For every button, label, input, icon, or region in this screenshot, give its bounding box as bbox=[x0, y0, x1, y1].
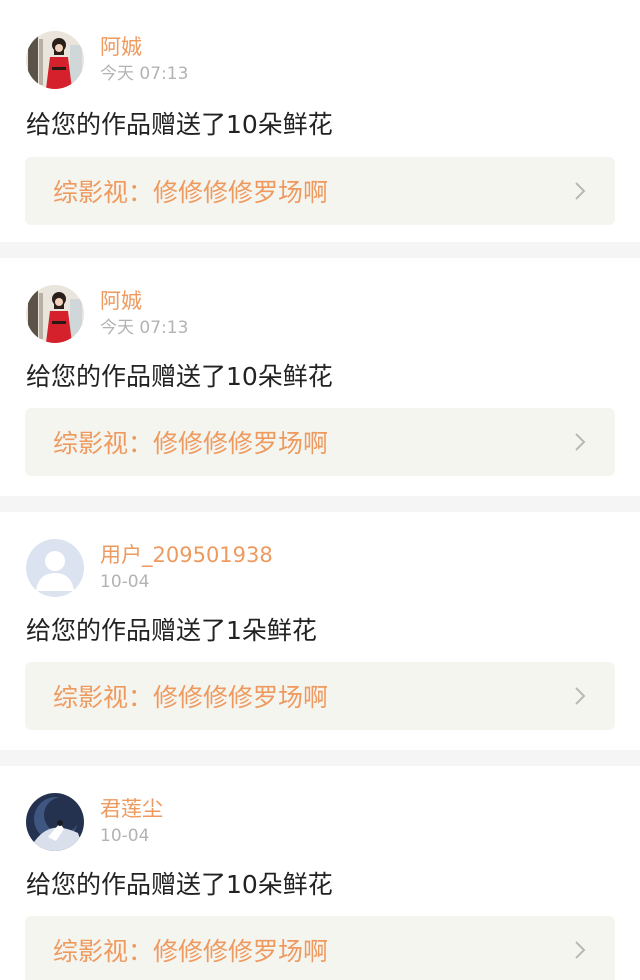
notification-header: 阿娍 今天 07:13 bbox=[26, 284, 188, 344]
username-link[interactable]: 阿娍 bbox=[100, 288, 188, 314]
notification-card: 阿娍 今天 07:13 给您的作品赠送了10朵鲜花 综影视：修修修修罗场啊 bbox=[0, 258, 640, 496]
chevron-right-icon bbox=[573, 431, 587, 453]
avatar-photo-red-dress-icon[interactable] bbox=[26, 285, 84, 343]
chevron-right-icon bbox=[573, 180, 587, 202]
avatar-illustration-moon-icon[interactable] bbox=[26, 793, 84, 851]
notification-header: 阿娍 今天 07:13 bbox=[26, 30, 188, 90]
work-link[interactable]: 综影视：修修修修罗场啊 bbox=[25, 157, 615, 225]
username-link[interactable]: 君莲尘 bbox=[100, 796, 163, 822]
notification-feed: 阿娍 今天 07:13 给您的作品赠送了10朵鲜花 综影视：修修修修罗场啊 阿娍… bbox=[0, 0, 640, 980]
work-link[interactable]: 综影视：修修修修罗场啊 bbox=[25, 916, 615, 980]
default-user-avatar-icon[interactable] bbox=[26, 539, 84, 597]
timestamp: 今天 07:13 bbox=[100, 64, 189, 84]
work-title: 综影视：修修修修罗场啊 bbox=[53, 937, 329, 966]
notification-meta: 君莲尘 10-04 bbox=[100, 796, 163, 848]
notification-header: 用户_209501938 10-04 bbox=[26, 538, 273, 598]
work-title: 综影视：修修修修罗场啊 bbox=[53, 178, 329, 207]
chevron-right-icon bbox=[573, 939, 587, 961]
notification-card: 阿娍 今天 07:13 给您的作品赠送了10朵鲜花 综影视：修修修修罗场啊 bbox=[0, 0, 640, 242]
work-link[interactable]: 综影视：修修修修罗场啊 bbox=[25, 662, 615, 730]
avatar-photo-red-dress-icon[interactable] bbox=[26, 31, 84, 89]
notification-card: 用户_209501938 10-04 给您的作品赠送了1朵鲜花 综影视：修修修修… bbox=[0, 512, 640, 750]
work-link[interactable]: 综影视：修修修修罗场啊 bbox=[25, 408, 615, 476]
username-link[interactable]: 用户_209501938 bbox=[100, 542, 273, 568]
timestamp: 10-04 bbox=[100, 826, 150, 846]
notification-meta: 阿娍 今天 07:13 bbox=[100, 288, 188, 340]
notification-message: 给您的作品赠送了10朵鲜花 bbox=[26, 870, 333, 899]
notification-card: 君莲尘 10-04 给您的作品赠送了10朵鲜花 综影视：修修修修罗场啊 bbox=[0, 766, 640, 980]
notification-header: 君莲尘 10-04 bbox=[26, 792, 163, 852]
notification-meta: 用户_209501938 10-04 bbox=[100, 542, 273, 594]
timestamp: 今天 07:13 bbox=[100, 318, 189, 338]
notification-meta: 阿娍 今天 07:13 bbox=[100, 34, 188, 86]
work-title: 综影视：修修修修罗场啊 bbox=[53, 683, 329, 712]
notification-message: 给您的作品赠送了10朵鲜花 bbox=[26, 110, 333, 139]
username-link[interactable]: 阿娍 bbox=[100, 34, 188, 60]
chevron-right-icon bbox=[573, 685, 587, 707]
work-title: 综影视：修修修修罗场啊 bbox=[53, 429, 329, 458]
timestamp: 10-04 bbox=[100, 572, 150, 592]
notification-message: 给您的作品赠送了10朵鲜花 bbox=[26, 362, 333, 391]
notification-message: 给您的作品赠送了1朵鲜花 bbox=[26, 616, 317, 645]
